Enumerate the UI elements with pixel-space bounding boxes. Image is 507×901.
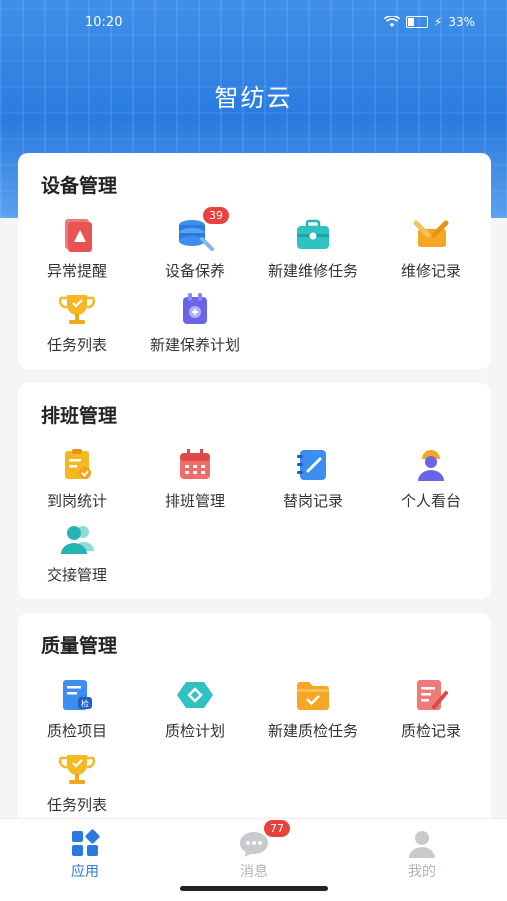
new-maintenance-plan-button[interactable]: 新建保养计划 (136, 291, 254, 355)
abnormal-alert-button[interactable]: 异常提醒 (18, 217, 136, 281)
notebook-pen-icon (294, 447, 332, 483)
section-title: 质量管理 (41, 635, 118, 659)
equipment-maintenance-button[interactable]: 39 设备保养 (136, 207, 254, 281)
add-plan-icon (176, 291, 214, 327)
alert-doc-icon (58, 217, 96, 253)
worker-icon (412, 447, 450, 483)
status-time: 10:20 (85, 15, 123, 30)
wifi-icon (383, 16, 400, 27)
handover-management-button[interactable]: 交接管理 (18, 521, 136, 585)
schedule-management-card: 排班管理 到岗统计 排班管理 替岗记录 个人看台 交接管理 (18, 383, 491, 599)
scheduling-button[interactable]: 排班管理 (136, 447, 254, 511)
status-bar: 10:20 ⚡ 33% (0, 12, 507, 34)
charging-icon: ⚡ (433, 15, 443, 29)
tab-profile[interactable]: 我的 (372, 829, 472, 881)
home-indicator (180, 886, 328, 891)
trophy-icon (58, 291, 96, 327)
quality-task-list-button[interactable]: 任务列表 (18, 751, 136, 815)
attendance-stats-button[interactable]: 到岗统计 (18, 447, 136, 511)
profile-icon (406, 829, 438, 859)
toolbox-icon (294, 217, 332, 253)
tab-apps[interactable]: 应用 (35, 829, 135, 881)
personal-station-button[interactable]: 个人看台 (372, 447, 490, 511)
battery-level: 33% (448, 15, 475, 29)
calendar-icon (176, 447, 214, 483)
edit-doc-icon (412, 677, 450, 713)
message-icon: 77 (238, 820, 290, 859)
svg-text:检: 检 (81, 699, 89, 709)
inspect-doc-icon: 检 (58, 677, 96, 713)
shift-substitution-record-button[interactable]: 替岗记录 (254, 447, 372, 511)
section-title: 设备管理 (41, 175, 118, 199)
users-icon (58, 521, 96, 557)
database-wrench-icon: 39 (176, 207, 229, 253)
inspection-items-button[interactable]: 检 质检项目 (18, 677, 136, 741)
hexagon-icon (176, 677, 214, 713)
tab-messages[interactable]: 77 消息 (204, 820, 304, 881)
inspection-record-button[interactable]: 质检记录 (372, 677, 490, 741)
app-title: 智纺云 (214, 84, 293, 112)
repair-record-icon (412, 217, 450, 253)
maintenance-count-badge: 39 (203, 207, 229, 224)
equipment-management-card: 设备管理 异常提醒 39 设备保养 新建维修任务 维修记录 任务列表 新建保养计… (18, 153, 491, 369)
apps-icon (69, 829, 101, 859)
repair-record-button[interactable]: 维修记录 (372, 217, 490, 281)
message-count-badge: 77 (264, 820, 290, 837)
task-list-button[interactable]: 任务列表 (18, 291, 136, 355)
trophy-icon (58, 751, 96, 787)
clipboard-check-icon (58, 447, 96, 483)
quality-management-card: 质量管理 检 质检项目 质检计划 新建质检任务 质检记录 任务列表 (18, 613, 491, 818)
inspection-plan-button[interactable]: 质检计划 (136, 677, 254, 741)
new-inspection-task-button[interactable]: 新建质检任务 (254, 677, 372, 741)
new-repair-task-button[interactable]: 新建维修任务 (254, 217, 372, 281)
section-title: 排班管理 (41, 405, 118, 429)
battery-icon (405, 16, 428, 28)
folder-check-icon (294, 677, 332, 713)
